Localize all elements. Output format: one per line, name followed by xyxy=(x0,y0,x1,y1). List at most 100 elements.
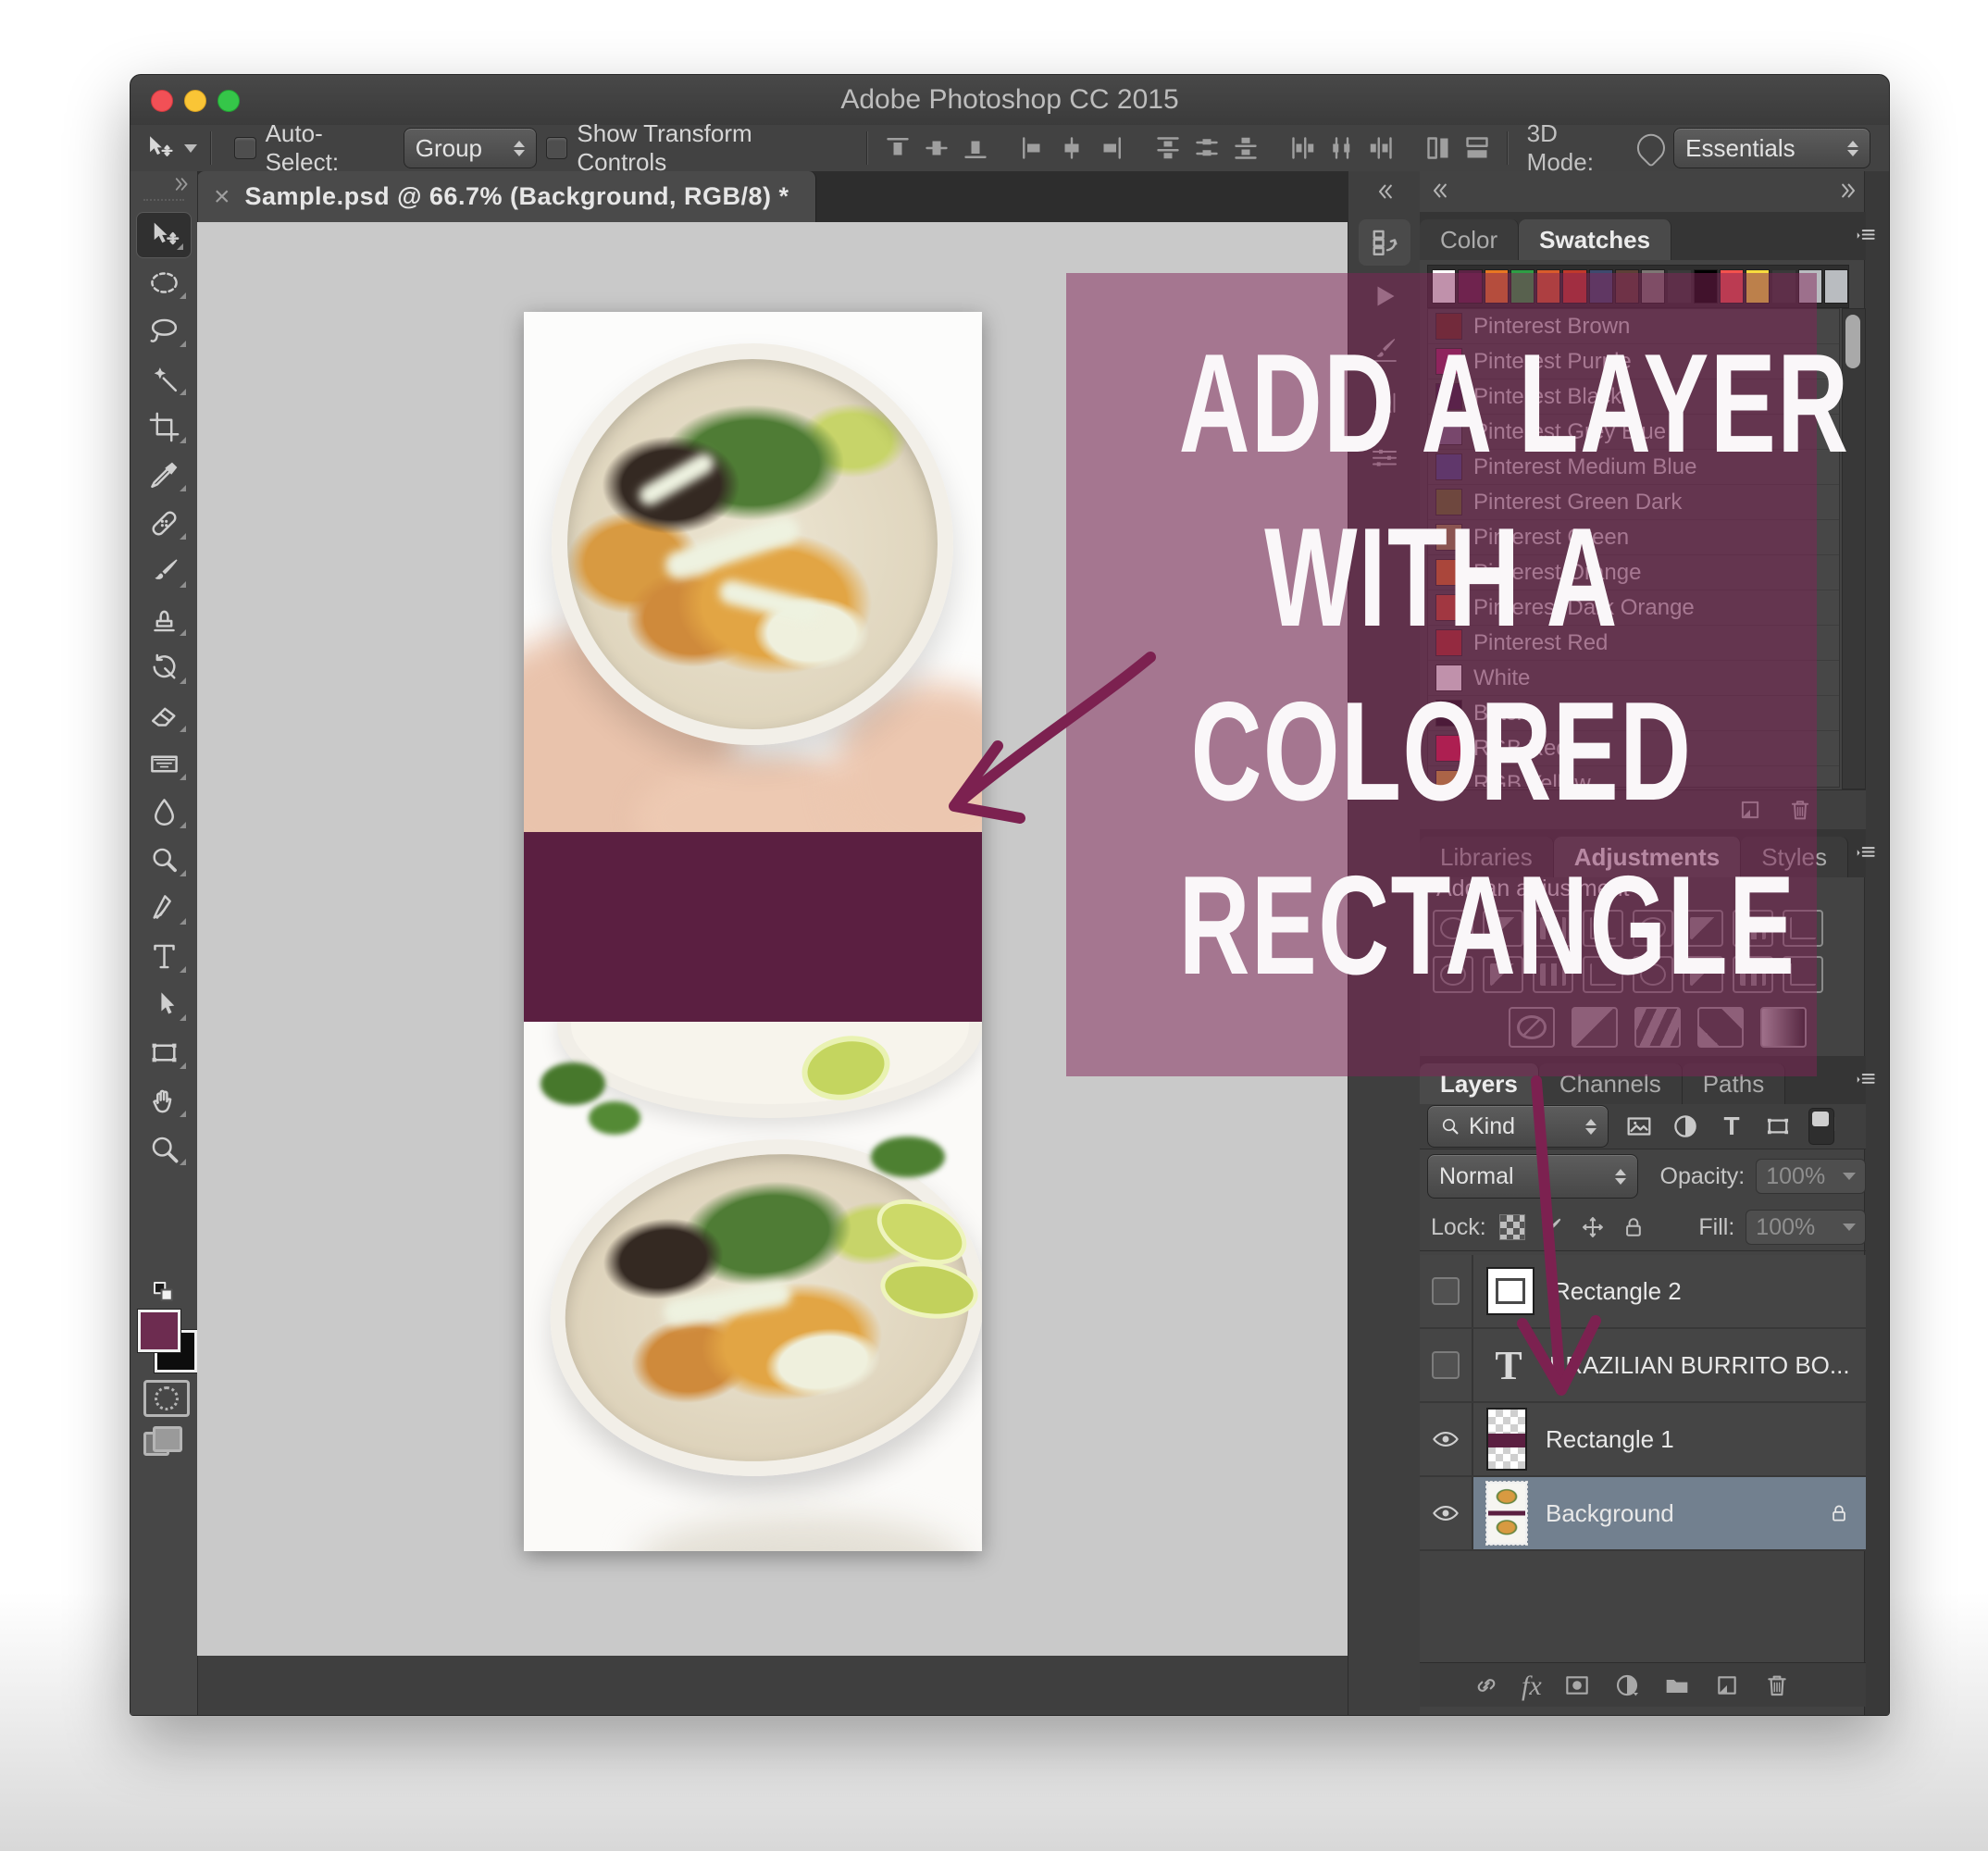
tab-swatches[interactable]: Swatches xyxy=(1519,219,1671,260)
tool-move-tool[interactable] xyxy=(136,212,192,258)
screen-mode-icon[interactable] xyxy=(143,1426,180,1458)
lock-transparent-icon[interactable] xyxy=(1499,1214,1525,1240)
layer-row-brazilian-burrito-bo-[interactable]: TBRAZILIAN BURRITO BO... xyxy=(1420,1329,1866,1403)
auto-select-dropdown[interactable]: Group xyxy=(404,128,537,168)
tool-crop[interactable] xyxy=(134,403,193,451)
layer-mask-icon[interactable] xyxy=(1562,1671,1592,1700)
fill-value: 100% xyxy=(1756,1214,1815,1241)
visibility-toggle-hidden[interactable] xyxy=(1420,1329,1473,1401)
dock-header xyxy=(1420,171,1889,212)
tool-hand[interactable] xyxy=(134,1076,193,1124)
divider xyxy=(866,131,868,165)
visibility-toggle-hidden[interactable] xyxy=(1420,1255,1473,1327)
dist-right-icon[interactable] xyxy=(1364,131,1398,165)
tool-eraser[interactable] xyxy=(134,691,193,739)
tool-blur[interactable] xyxy=(134,788,193,836)
lock-all-icon[interactable] xyxy=(1620,1213,1647,1241)
align-left-icon[interactable] xyxy=(1016,131,1050,165)
type-layer-filter-icon[interactable]: T xyxy=(1716,1111,1747,1142)
divider xyxy=(1507,131,1509,165)
tools-panel xyxy=(130,171,198,1715)
swatches-panel-tabs: ColorSwatches xyxy=(1420,212,1866,260)
panel-menu-icon[interactable] xyxy=(1852,1067,1880,1091)
layer-style-icon[interactable]: fx xyxy=(1522,1671,1542,1700)
new-layer-icon[interactable] xyxy=(1712,1671,1742,1700)
tool-gradient[interactable] xyxy=(134,739,193,788)
lock-move-icon[interactable] xyxy=(1579,1213,1607,1241)
filter-toggle-switch[interactable] xyxy=(1808,1108,1834,1145)
current-tool-button[interactable] xyxy=(143,132,197,164)
pixel-layer-filter-icon[interactable] xyxy=(1623,1111,1655,1142)
collapse-tools-icon[interactable] xyxy=(130,171,197,197)
blend-mode-dropdown[interactable]: Normal xyxy=(1427,1154,1638,1199)
tool-dodge[interactable] xyxy=(134,836,193,884)
adjustment-layer-filter-icon[interactable] xyxy=(1670,1111,1701,1142)
align-top-icon[interactable] xyxy=(881,131,914,165)
panel-menu-icon[interactable] xyxy=(1852,840,1880,864)
tool-magic-wand[interactable] xyxy=(134,354,193,403)
dist-left-icon[interactable] xyxy=(1286,131,1320,165)
opacity-dropdown[interactable]: 100% xyxy=(1756,1159,1866,1194)
dist-bottom-icon[interactable] xyxy=(1229,131,1262,165)
eye-icon xyxy=(1431,1498,1460,1528)
layer-filter-dropdown[interactable]: Kind xyxy=(1427,1105,1609,1148)
tool-pen[interactable] xyxy=(134,884,193,932)
dist-hspace-icon[interactable] xyxy=(1460,131,1494,165)
workspace-dropdown[interactable]: Essentials xyxy=(1673,128,1870,168)
collapse-panels-icon[interactable] xyxy=(1429,180,1449,201)
collapse-strip-icon[interactable] xyxy=(1348,171,1421,212)
cilantro-sprig xyxy=(540,1062,605,1105)
shape-layer-filter-icon[interactable] xyxy=(1762,1111,1794,1142)
window-title: Adobe Photoshop CC 2015 xyxy=(130,75,1889,125)
panel-grabber[interactable] xyxy=(143,199,184,210)
layer-row-rectangle-2[interactable]: Rectangle 2 xyxy=(1420,1255,1866,1329)
tab-color[interactable]: Color xyxy=(1420,219,1519,260)
tool-elliptical-marquee[interactable] xyxy=(134,258,193,306)
show-transform-checkbox[interactable] xyxy=(546,137,568,159)
fill-dropdown[interactable]: 100% xyxy=(1746,1210,1866,1245)
layer-row-background[interactable]: Background xyxy=(1420,1477,1866,1551)
psd-document[interactable] xyxy=(524,312,982,1551)
chevron-down-icon xyxy=(184,144,197,153)
foreground-color-chip[interactable] xyxy=(138,1310,180,1352)
align-vcenter-icon[interactable] xyxy=(920,131,953,165)
tool-shape[interactable] xyxy=(134,1028,193,1076)
quick-mask-icon[interactable] xyxy=(143,1380,190,1417)
link-layers-icon[interactable] xyxy=(1472,1671,1501,1700)
layer-row-rectangle-1[interactable]: Rectangle 1 xyxy=(1420,1403,1866,1477)
tool-spot-healing[interactable] xyxy=(134,499,193,547)
auto-select-checkbox[interactable] xyxy=(234,137,256,159)
align-right-icon[interactable] xyxy=(1094,131,1127,165)
dist-vcenter-icon[interactable] xyxy=(1190,131,1224,165)
blend-mode-value: Normal xyxy=(1439,1163,1514,1190)
document-tab[interactable]: × Sample.psd @ 66.7% (Background, RGB/8)… xyxy=(197,171,816,222)
swatch-chip[interactable] xyxy=(1824,269,1848,304)
visibility-toggle[interactable] xyxy=(1420,1403,1473,1475)
expand-panels-icon[interactable] xyxy=(1839,180,1859,201)
tool-clone-stamp[interactable] xyxy=(134,595,193,643)
adjustment-layer-icon[interactable] xyxy=(1612,1671,1642,1700)
tool-zoom-tool[interactable] xyxy=(134,1124,193,1173)
layer-group-icon[interactable] xyxy=(1662,1671,1692,1700)
layer-thumbnail-shape xyxy=(1486,1267,1534,1315)
delete-layer-icon[interactable] xyxy=(1762,1671,1792,1700)
align-bottom-icon[interactable] xyxy=(959,131,992,165)
tool-type[interactable] xyxy=(134,932,193,980)
tool-brush[interactable] xyxy=(134,547,193,595)
dist-hcenter-icon[interactable] xyxy=(1325,131,1359,165)
dist-top-icon[interactable] xyxy=(1151,131,1185,165)
align-hcenter-icon[interactable] xyxy=(1055,131,1088,165)
lock-paint-icon[interactable] xyxy=(1538,1213,1566,1241)
visibility-toggle[interactable] xyxy=(1420,1477,1473,1549)
tool-eyedropper[interactable] xyxy=(134,451,193,499)
tool-history-brush[interactable] xyxy=(134,643,193,691)
default-colors-icon[interactable] xyxy=(138,1278,190,1306)
tool-path-select[interactable] xyxy=(134,980,193,1028)
layer-thumbnail-type: T xyxy=(1486,1343,1531,1387)
panel-menu-icon[interactable] xyxy=(1852,223,1880,247)
dist-vspace-icon[interactable] xyxy=(1422,131,1455,165)
tool-lasso[interactable] xyxy=(134,306,193,354)
close-tab-icon[interactable]: × xyxy=(214,181,230,213)
history-icon[interactable] xyxy=(1359,219,1410,266)
layers-footer-icons: fx xyxy=(1420,1662,1866,1707)
